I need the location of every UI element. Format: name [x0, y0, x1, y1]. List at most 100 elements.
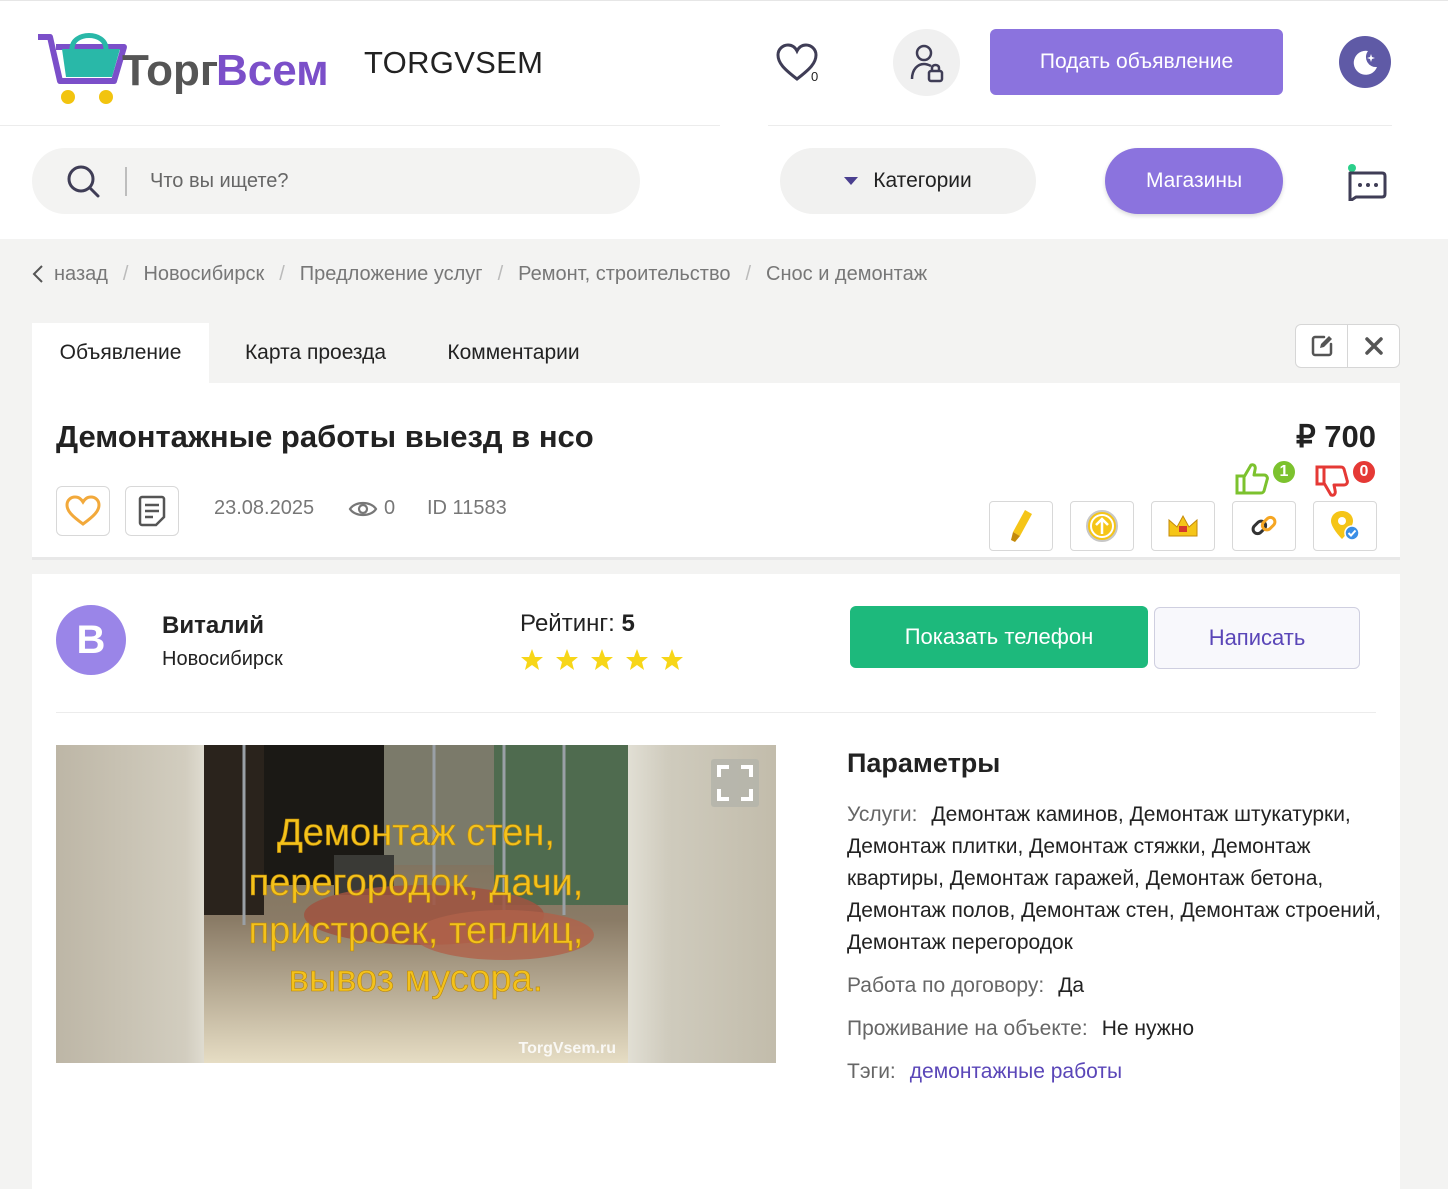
link-button[interactable]: [1232, 501, 1296, 551]
user-account-button[interactable]: [893, 29, 960, 96]
breadcrumb-category[interactable]: Ремонт, строительство: [518, 263, 730, 286]
param-key: Работа по договору:: [847, 974, 1045, 997]
params-heading: Параметры: [847, 748, 1001, 778]
photo-caption-line: пристроек, теплиц,: [249, 910, 584, 952]
ad-parameters: Параметры Услуги: Демонтаж каминов, Демон…: [847, 748, 1387, 1099]
ad-views: 0: [384, 497, 396, 519]
arrow-up-circle-icon: [1086, 510, 1118, 542]
breadcrumb-subcategory[interactable]: Снос и демонтаж: [766, 263, 927, 286]
boost-button[interactable]: [1070, 501, 1134, 551]
param-key: Проживание на объекте:: [847, 1017, 1088, 1040]
thumbs-up-icon[interactable]: [1235, 461, 1271, 497]
user-lock-icon: [910, 44, 943, 82]
breadcrumb: назад / Новосибирск / Предложение услуг …: [32, 260, 927, 288]
verify-button[interactable]: [1313, 501, 1377, 551]
site-header: Торг Всем TORGVSEM 0 Подать объявление Ч…: [0, 0, 1448, 239]
edit-button[interactable]: [1296, 325, 1348, 367]
tab-comments[interactable]: Комментарии: [425, 323, 602, 383]
vip-button[interactable]: [1151, 501, 1215, 551]
param-living: Проживание на объекте: Не нужно: [847, 1013, 1387, 1045]
ad-main-card: В Виталий Новосибирск Рейтинг: 5 Показат…: [32, 574, 1400, 1189]
chevron-left-icon[interactable]: [32, 264, 44, 284]
rating-stars: [520, 648, 684, 672]
likes-badge: 1: [1271, 459, 1297, 485]
ad-photo[interactable]: Демонтаж стен, перегородок, дачи, пристр…: [56, 745, 776, 1063]
write-message-button[interactable]: Написать: [1154, 607, 1360, 669]
param-value: Демонтаж каминов, Демонтаж штукатурки, Д…: [847, 803, 1382, 954]
breadcrumb-separator: /: [279, 262, 285, 285]
breadcrumb-separator: /: [122, 262, 129, 285]
seller-avatar[interactable]: В: [56, 605, 126, 675]
star-icon: [556, 649, 578, 670]
seller-rating: Рейтинг: 5: [520, 610, 635, 638]
categories-label: Категории: [873, 169, 972, 192]
logo-text-vsem: Всем: [216, 46, 329, 95]
ad-header-card: Демонтажные работы выезд в нсо ₽ 700 1 0…: [32, 383, 1400, 560]
fullscreen-button[interactable]: [711, 759, 759, 807]
star-icon: [591, 649, 613, 670]
param-services: Услуги: Демонтаж каминов, Демонтаж штукат…: [847, 799, 1387, 959]
logo-text-torg: Торг: [122, 46, 218, 95]
param-key: Тэги:: [847, 1060, 896, 1083]
header-divider: [768, 125, 1392, 126]
crown-icon: [1168, 514, 1198, 537]
photo-watermark: TorgVsem.ru: [519, 1040, 617, 1057]
header-divider: [0, 125, 720, 126]
search-input[interactable]: [150, 162, 610, 200]
favorites-count: 0: [811, 69, 819, 84]
marker-icon: [1011, 510, 1032, 542]
moon-icon: [1353, 50, 1377, 75]
breadcrumb-city[interactable]: Новосибирск: [143, 263, 264, 286]
tab-map[interactable]: Карта проезда: [224, 323, 407, 383]
thumbs-down-icon[interactable]: [1315, 463, 1351, 499]
chat-icon[interactable]: [1344, 161, 1388, 201]
shops-button[interactable]: Магазины: [1105, 148, 1283, 214]
tab-ad[interactable]: Объявление: [32, 323, 209, 383]
star-icon: [521, 649, 543, 670]
rating-value: 5: [621, 610, 635, 637]
ad-date: 23.08.2025: [214, 497, 315, 519]
search-icon[interactable]: [66, 164, 100, 198]
breadcrumb-separator: /: [745, 262, 752, 285]
seller-city: Новосибирск: [162, 648, 283, 670]
photo-caption-line: Демонтаж стен,: [277, 812, 555, 854]
ad-title: Демонтажные работы выезд в нсо: [56, 419, 594, 454]
param-key: Услуги:: [847, 803, 918, 826]
theme-toggle-button[interactable]: [1339, 36, 1391, 88]
param-contract: Работа по договору: Да: [847, 970, 1387, 1002]
param-value: Не нужно: [1101, 1017, 1195, 1040]
expand-icon: [717, 765, 753, 801]
location-check-icon: [1331, 511, 1360, 541]
search-divider: [125, 167, 127, 196]
ad-photo-image: Демонтаж стен, перегородок, дачи, пристр…: [204, 745, 628, 1063]
param-value: Да: [1058, 974, 1085, 997]
link-icon: [1251, 515, 1277, 536]
highlight-button[interactable]: [989, 501, 1053, 551]
param-tags: Тэги: демонтажные работы: [847, 1056, 1387, 1088]
close-icon: [1364, 337, 1383, 355]
tag-link[interactable]: демонтажные работы: [910, 1060, 1122, 1083]
ad-id: ID 11583: [427, 497, 507, 519]
search-bar[interactable]: [32, 148, 640, 214]
seller-name[interactable]: Виталий: [162, 612, 264, 640]
notes-button[interactable]: [125, 486, 179, 536]
section-divider: [56, 712, 1376, 713]
note-icon: [138, 495, 166, 527]
ad-price: ₽ 700: [1295, 419, 1376, 454]
dislikes-badge: 0: [1351, 459, 1377, 485]
post-ad-button[interactable]: Подать объявление: [990, 29, 1283, 95]
star-icon: [626, 649, 648, 670]
caret-down-icon: [844, 177, 859, 185]
ad-tools: [1295, 324, 1400, 368]
show-phone-button[interactable]: Показать телефон: [850, 606, 1148, 668]
edit-icon: [1311, 335, 1332, 357]
heart-icon: [65, 495, 101, 526]
breadcrumb-back[interactable]: назад: [54, 263, 108, 286]
add-favorite-button[interactable]: [56, 486, 110, 536]
breadcrumb-section[interactable]: Предложение услуг: [300, 263, 483, 286]
photo-caption-line: перегородок, дачи,: [249, 862, 584, 904]
close-button[interactable]: [1348, 325, 1399, 367]
star-icon: [661, 649, 683, 670]
categories-button[interactable]: Категории: [780, 148, 1036, 214]
site-logo[interactable]: Торг Всем: [36, 23, 356, 111]
